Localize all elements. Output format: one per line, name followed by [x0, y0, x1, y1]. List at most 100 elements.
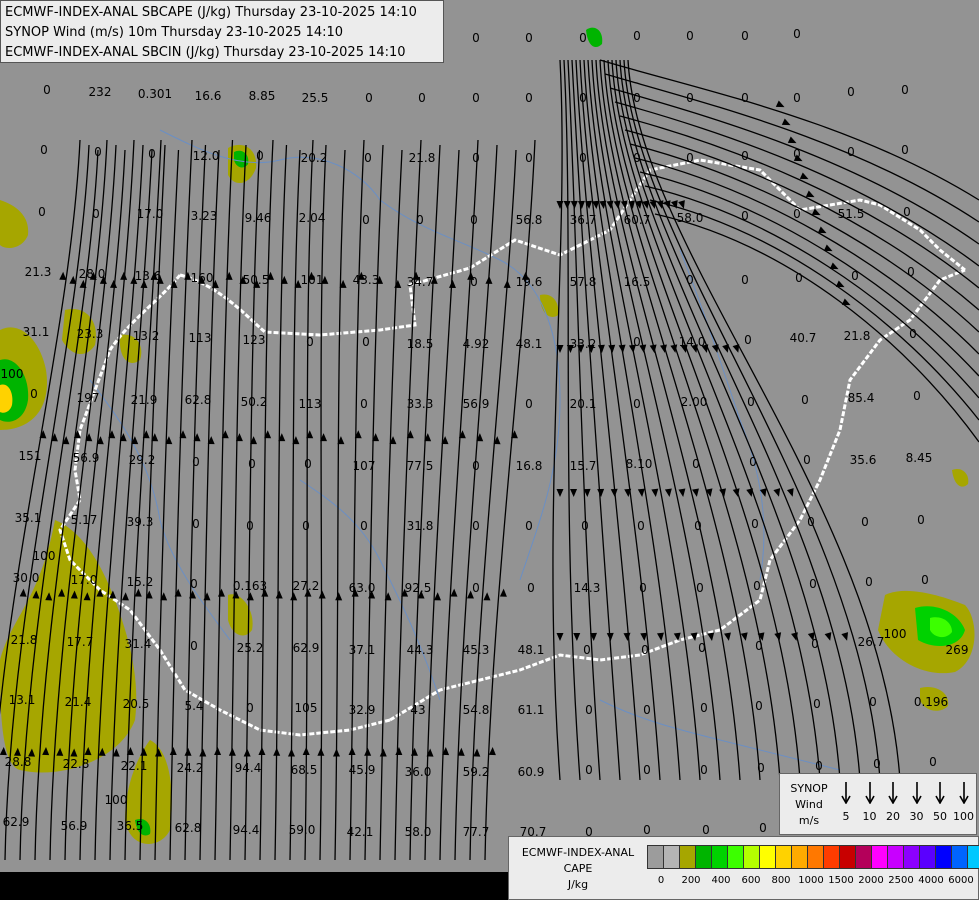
- wind-legend: SYNOP Wind m/s 5 10 20 30 50 100: [779, 773, 977, 835]
- cape-value: 0: [847, 145, 855, 159]
- streamline-arrow: [214, 747, 222, 756]
- wind-legend-value: 5: [842, 810, 850, 823]
- streamline-arrow: [660, 344, 667, 353]
- cape-value: 0: [847, 85, 855, 99]
- streamline-arrow: [732, 488, 740, 497]
- cape-value: 0: [747, 395, 755, 409]
- cape-value: 21.8: [10, 633, 38, 647]
- cape-value: 54.8: [462, 703, 490, 717]
- streamline-arrow: [570, 200, 578, 209]
- cape-value: 62.9: [292, 641, 320, 655]
- cape-value: 0: [364, 151, 372, 165]
- cape-value: 30.0: [12, 571, 40, 585]
- cape-value: 59.2: [462, 765, 490, 779]
- cape-value: 0: [304, 457, 312, 471]
- cape-value: 2.04: [298, 211, 326, 225]
- cape-swatch: [760, 846, 776, 868]
- streamline-arrow: [394, 279, 402, 288]
- streamline: [595, 59, 741, 781]
- cape-tick-label: 400: [711, 875, 731, 886]
- cape-value: 58.0: [404, 825, 432, 839]
- cape-value: 0: [246, 701, 254, 715]
- cape-value: 0: [633, 151, 641, 165]
- streamline-arrow: [318, 590, 326, 599]
- cape-value: 0: [741, 29, 749, 43]
- streamline-arrow: [623, 632, 631, 641]
- cape-value: 0: [861, 515, 869, 529]
- cape-swatch: [824, 846, 840, 868]
- streamline-arrow: [120, 271, 128, 280]
- streamline-arrow: [781, 118, 791, 126]
- cape-value: 0: [38, 205, 46, 219]
- cape-value: 0: [741, 273, 749, 287]
- streamline-arrow: [348, 747, 356, 756]
- cape-value: 0: [795, 271, 803, 285]
- river-1: [159, 129, 381, 201]
- streamline-arrow: [19, 588, 27, 597]
- cape-value: 0: [633, 91, 641, 105]
- cape-value: 0: [43, 83, 51, 97]
- cape-value: 59.0: [288, 823, 316, 837]
- cape-area-west2: [0, 200, 29, 248]
- cape-value: 61.1: [517, 703, 545, 717]
- streamline: [604, 73, 979, 223]
- cape-value: 0: [40, 143, 48, 157]
- cape-value: 0: [696, 581, 704, 595]
- streamline-arrow: [275, 590, 283, 599]
- cape-value: 0: [192, 517, 200, 531]
- cape-value: 0: [360, 397, 368, 411]
- cape-tick-label: 4000: [918, 875, 944, 886]
- streamline-arrow: [317, 747, 325, 756]
- cape-swatch: [856, 846, 872, 868]
- streamline-arrow: [724, 632, 731, 641]
- streamline-arrow: [448, 279, 456, 288]
- cape-value: 0: [256, 149, 264, 163]
- cape-value: 0: [472, 519, 480, 533]
- cape-value: 36.0: [404, 765, 432, 779]
- cape-value: 100: [0, 367, 24, 381]
- streamline: [575, 59, 641, 781]
- streamline-arrow: [649, 344, 657, 353]
- cape-value: 0: [751, 517, 759, 531]
- cape-value: 100: [32, 549, 56, 563]
- cape-value: 0: [362, 213, 370, 227]
- streamline-arrow: [651, 488, 659, 497]
- cape-value: 0: [643, 763, 651, 777]
- cape-value: 5.4: [184, 699, 204, 713]
- cape-value: 105: [294, 701, 318, 715]
- cape-value: 27.2: [292, 579, 320, 593]
- cape-value: 0: [759, 821, 767, 835]
- streamline: [649, 199, 979, 421]
- streamline-arrow: [170, 279, 178, 288]
- cape-value: 33.2: [569, 337, 597, 351]
- cape-value: 0: [851, 269, 859, 283]
- cape-value: 232: [88, 85, 112, 99]
- cape-value: 57.8: [569, 275, 597, 289]
- streamline-arrow: [556, 489, 564, 497]
- cape-legend-unit: J/kg: [567, 878, 589, 891]
- cape-value: 0: [633, 397, 641, 411]
- streamline-arrow: [379, 748, 387, 757]
- cape-value: 0: [92, 207, 100, 221]
- streamline-arrow: [775, 100, 785, 108]
- cape-value: 100: [104, 793, 128, 807]
- weather-map: ECMWF-INDEX-ANAL SBCAPE (J/kg) Thursday …: [0, 0, 979, 900]
- cape-tick-label: 1500: [828, 875, 854, 886]
- cape-value: 0: [815, 759, 823, 773]
- cape-value: 0: [633, 29, 641, 43]
- cape-value: 40.7: [789, 331, 817, 345]
- cape-value: 0: [525, 519, 533, 533]
- cape-value: 42.1: [346, 825, 374, 839]
- cape-value: 0: [700, 763, 708, 777]
- streamline-arrow: [664, 488, 672, 497]
- cape-value: 0: [527, 581, 535, 595]
- cape-value: 113: [188, 331, 212, 345]
- cape-value: 45.3: [462, 643, 490, 657]
- cape-value: 85.4: [847, 391, 875, 405]
- cape-value: 0: [306, 335, 314, 349]
- cape-tick-label: 200: [681, 875, 701, 886]
- map-title-box: ECMWF-INDEX-ANAL SBCAPE (J/kg) Thursday …: [0, 0, 444, 63]
- cape-value: 113: [298, 397, 322, 411]
- streamline-arrow: [121, 592, 129, 601]
- cape-value: 0: [94, 145, 102, 159]
